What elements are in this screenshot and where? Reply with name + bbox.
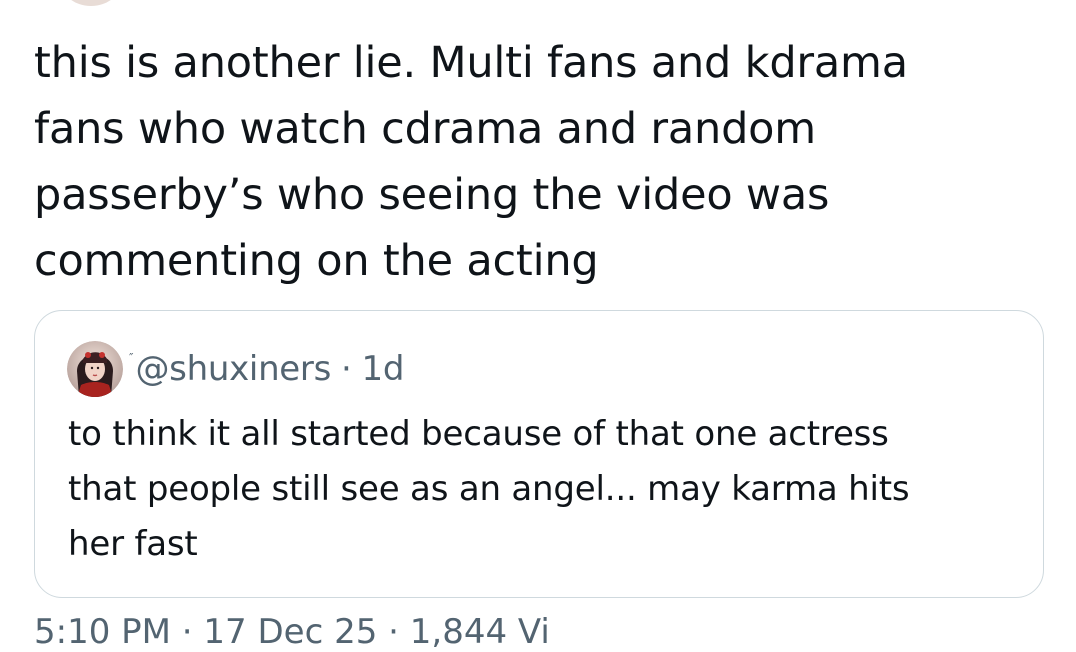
- separator-dot: ·: [341, 349, 352, 389]
- quoted-tweet-header: ″ @shuxiners · 1d: [67, 341, 404, 397]
- quoted-user-handle[interactable]: @shuxiners: [135, 349, 331, 389]
- tweet-metadata: 5:10 PM · 17 Dec 25 · 1,844 Vi: [34, 612, 550, 652]
- user-avatar-icon[interactable]: [67, 341, 123, 397]
- quoted-tweet-card[interactable]: ″ @shuxiners · 1d to think it all starte…: [34, 310, 1044, 598]
- author-avatar[interactable]: [60, 0, 122, 6]
- tweet-text: this is another lie. Multi fans and kdra…: [34, 38, 908, 286]
- display-name-mark[interactable]: ″: [129, 351, 133, 365]
- quoted-tweet-age[interactable]: 1d: [362, 349, 405, 389]
- quoted-tweet-text: to think it all started because of that …: [68, 414, 910, 564]
- avatar-image: [67, 341, 123, 397]
